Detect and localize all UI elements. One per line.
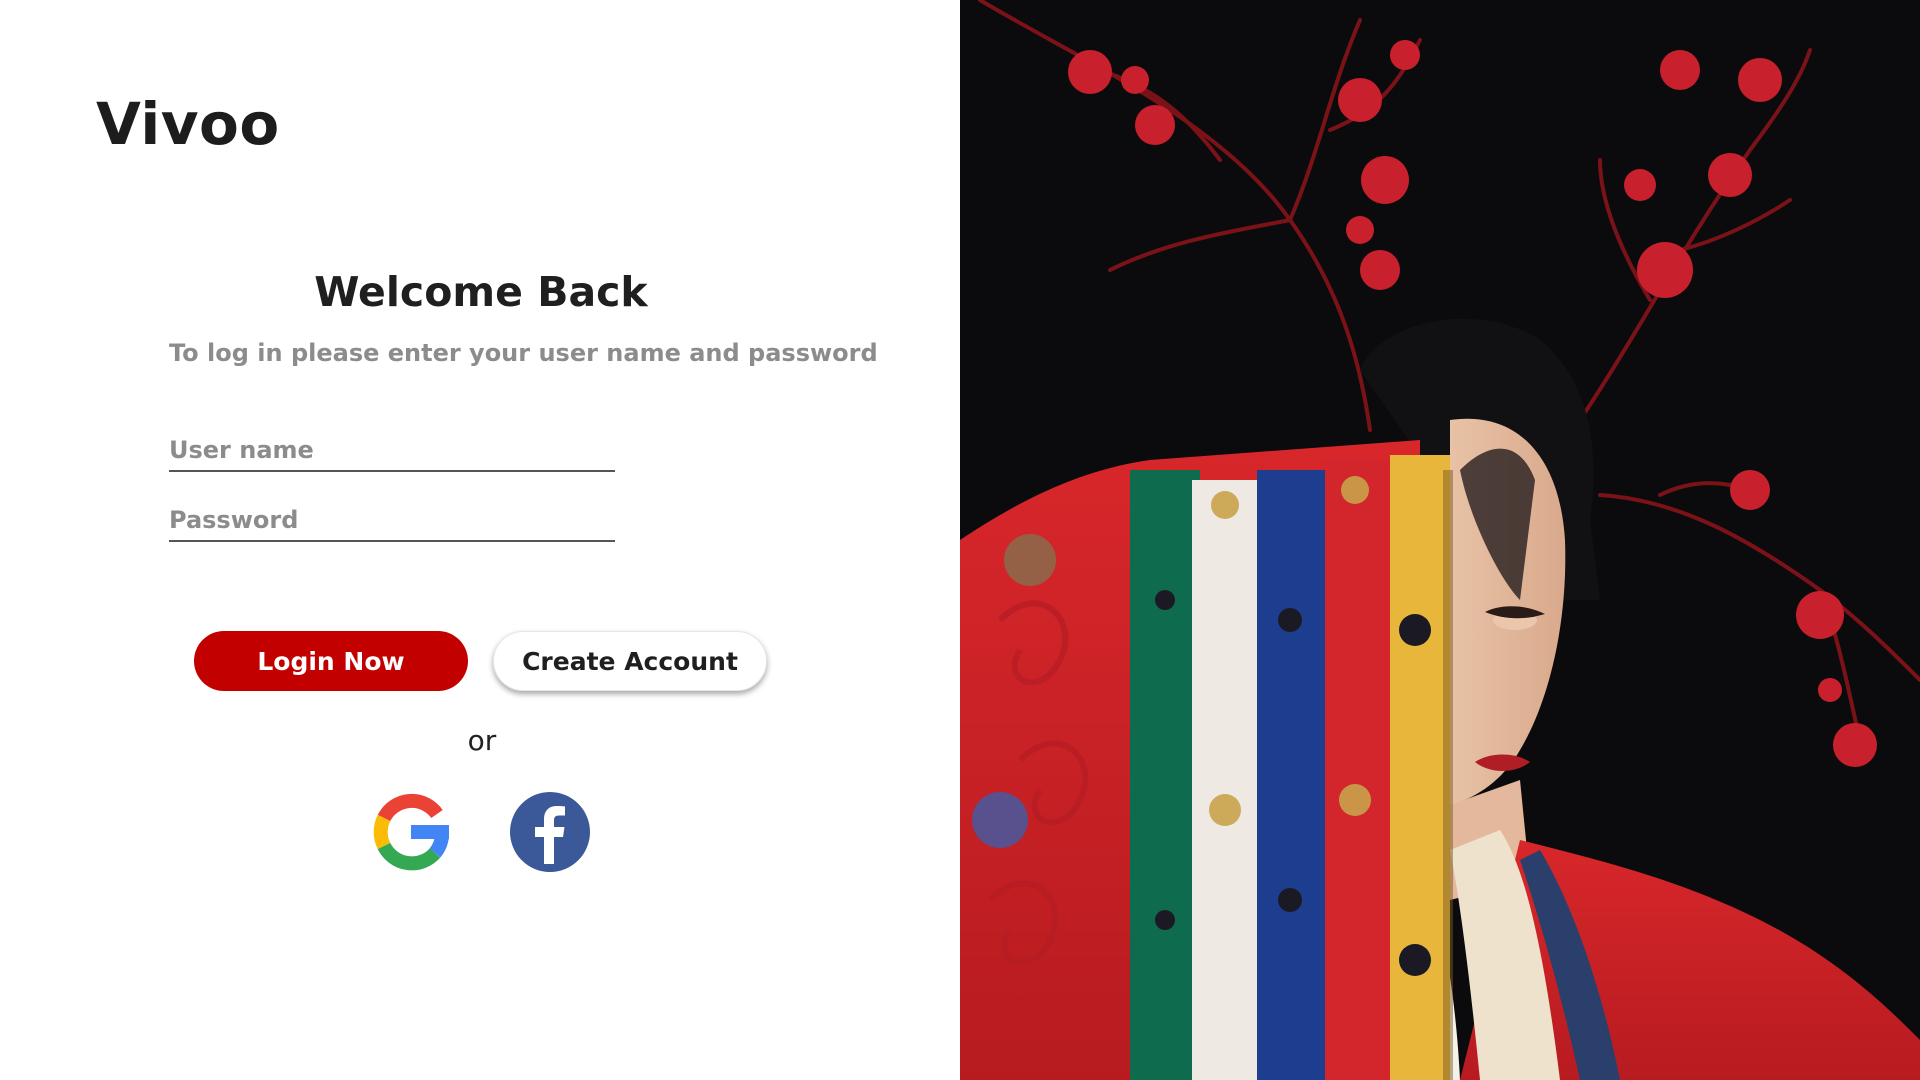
google-login-button[interactable]: [371, 792, 451, 872]
brand-logo: Vivoo: [96, 90, 280, 158]
username-input[interactable]: [169, 430, 615, 472]
google-icon: [373, 793, 449, 871]
password-input[interactable]: [169, 500, 615, 542]
login-page: Vivoo Welcome Back To log in please ente…: [0, 0, 1920, 1080]
hero-image: [960, 0, 1920, 1080]
create-account-button[interactable]: Create Account: [493, 631, 767, 691]
login-instructions: To log in please enter your user name an…: [169, 339, 878, 367]
or-divider: or: [467, 724, 497, 757]
facebook-icon: [510, 792, 590, 872]
facebook-login-button[interactable]: [510, 792, 590, 872]
page-title: Welcome Back: [314, 268, 648, 316]
hero-photo-illustration: [960, 0, 1920, 1080]
login-panel: Vivoo Welcome Back To log in please ente…: [0, 0, 960, 1080]
login-button[interactable]: Login Now: [194, 631, 468, 691]
